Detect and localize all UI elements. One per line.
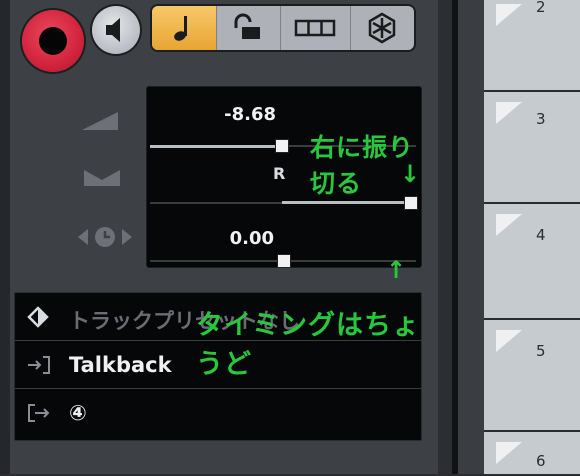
- annotation-arrow-up: ↑: [386, 256, 407, 284]
- annotation-bottom: タイミングはちょうど: [196, 310, 420, 380]
- pan-mode-letter: R: [273, 164, 286, 183]
- width-slider-track[interactable]: [282, 201, 410, 204]
- panel-divider: [438, 0, 452, 474]
- track-flag-icon: [496, 4, 522, 26]
- input-icon: [28, 356, 50, 374]
- track-row[interactable]: 6: [484, 430, 580, 476]
- delay-icon: [78, 227, 132, 247]
- grid-icon: [294, 19, 336, 37]
- pan-slider-handle[interactable]: [275, 139, 289, 153]
- preset-diamond-icon: [27, 306, 49, 328]
- track-flag-icon: [496, 102, 522, 124]
- track-number: 5: [536, 342, 546, 360]
- pan-value: -8.68: [224, 104, 276, 125]
- inspector-panel: -8.68 R 0.00 トラックプリセットなし Talkback ④ 右に振り…: [0, 0, 438, 474]
- track-list: 2 3 4 5 6: [484, 0, 580, 474]
- record-enable-button[interactable]: [22, 10, 84, 72]
- note-icon: [174, 16, 187, 41]
- record-icon: [39, 27, 67, 55]
- track-row[interactable]: 5: [484, 318, 580, 430]
- output-routing-row[interactable]: ④: [15, 389, 421, 436]
- output-label: ④: [69, 401, 87, 425]
- annotation-arrow-down: ↓: [400, 160, 421, 188]
- pan-slider-track[interactable]: [150, 145, 282, 148]
- speaker-icon: [106, 18, 120, 42]
- lock-button[interactable]: [216, 6, 281, 50]
- track-flag-icon: [496, 330, 522, 352]
- delay-slider-handle[interactable]: [277, 254, 291, 268]
- lanes-button[interactable]: [280, 6, 351, 50]
- track-number: 3: [536, 110, 546, 128]
- output-icon: [28, 404, 50, 422]
- monitor-button[interactable]: [92, 6, 140, 54]
- track-row[interactable]: 4: [484, 202, 580, 314]
- track-row[interactable]: 3: [484, 90, 580, 200]
- track-toggle-group: [150, 4, 416, 52]
- panel-edge: [0, 0, 10, 474]
- track-flag-icon: [496, 214, 522, 236]
- track-flag-icon: [496, 442, 522, 464]
- bowtie-icon: [84, 170, 120, 186]
- musical-mode-button[interactable]: [152, 6, 217, 50]
- track-number: 4: [536, 226, 546, 244]
- track-number: 6: [536, 452, 546, 470]
- track-list-gutter: [458, 0, 484, 474]
- track-number: 2: [536, 0, 546, 16]
- daw-window: -8.68 R 0.00 トラックプリセットなし Talkback ④ 右に振り…: [0, 0, 580, 474]
- delay-value: 0.00: [229, 228, 274, 249]
- lock-icon: [234, 13, 260, 39]
- width-slider-track-left: [150, 202, 282, 204]
- volume-ramp-icon: [82, 112, 118, 130]
- snowflake-icon: [368, 12, 396, 44]
- track-row[interactable]: 2: [484, 0, 580, 88]
- input-label: Talkback: [69, 353, 172, 377]
- freeze-button[interactable]: [350, 6, 414, 50]
